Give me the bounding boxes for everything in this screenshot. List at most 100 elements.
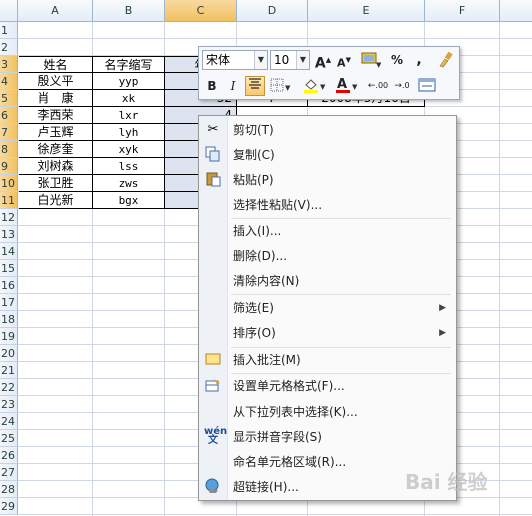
font-color-button[interactable]: A ▼ — [334, 76, 360, 96]
fill-color-button[interactable]: ▼ — [302, 76, 328, 96]
name-cell[interactable]: 张卫胜 — [19, 175, 93, 192]
row-header[interactable]: 18 — [0, 311, 18, 328]
name-cell[interactable]: 徐彦奎 — [19, 141, 93, 158]
brush-icon — [439, 51, 453, 68]
name-cell[interactable]: 刘树森 — [19, 158, 93, 175]
accounting-format-button[interactable]: ▼ — [357, 50, 383, 70]
row-header[interactable]: 26 — [0, 447, 18, 464]
select-all-corner[interactable] — [0, 0, 18, 22]
column-header-g[interactable] — [500, 0, 532, 22]
row-header[interactable]: 15 — [0, 260, 18, 277]
table-header-cell[interactable]: 名字缩写 — [93, 56, 165, 73]
row-header[interactable]: 17 — [0, 294, 18, 311]
merge-cells-icon — [418, 78, 436, 92]
menu-item-insert[interactable]: 插入(I)... — [227, 220, 456, 242]
menu-item-paste[interactable]: 粘贴(P) — [227, 169, 456, 191]
menu-item-filter[interactable]: 筛选(E) ▶ — [227, 297, 456, 319]
font-size-combo[interactable]: 10 ▼ — [270, 50, 310, 70]
row-header[interactable]: 20 — [0, 345, 18, 362]
chevron-down-icon[interactable]: ▼ — [296, 51, 309, 69]
menu-item-insert-comment[interactable]: 插入批注(M) — [227, 349, 456, 371]
row-header[interactable]: 21 — [0, 362, 18, 379]
menu-item-phonetic[interactable]: 显示拼音字段(S) — [227, 426, 456, 448]
svg-text:▼: ▼ — [320, 83, 326, 91]
abbreviation-cell[interactable]: xk — [93, 90, 165, 107]
decrease-decimal-button[interactable]: →.0 — [391, 76, 413, 96]
abbreviation-cell[interactable]: lxr — [93, 107, 165, 124]
comment-icon — [204, 351, 222, 369]
row-header[interactable]: 2 — [0, 39, 18, 56]
abbreviation-cell[interactable]: yyp — [93, 73, 165, 90]
svg-text:A: A — [337, 77, 347, 92]
menu-item-cut[interactable]: 剪切(T) — [227, 119, 456, 141]
row-header[interactable]: 4 — [0, 73, 18, 90]
abbreviation-cell[interactable]: xyk — [93, 141, 165, 158]
row-header[interactable]: 22 — [0, 379, 18, 396]
row-header[interactable]: 6 — [0, 107, 18, 124]
borders-button[interactable]: ▼ — [269, 76, 293, 96]
watermark: Bai 经验 — [405, 470, 488, 494]
column-header-c[interactable]: C — [165, 0, 237, 22]
menu-item-format-cells[interactable]: 设置单元格格式(F)... — [227, 375, 456, 397]
table-header-cell[interactable]: 姓名 — [19, 56, 93, 73]
row-header[interactable]: 5 — [0, 90, 18, 107]
name-cell[interactable]: 肖 康 — [19, 90, 93, 107]
paste-icon — [204, 171, 222, 189]
menu-item-copy[interactable]: 复制(C) — [227, 144, 456, 166]
row-header[interactable]: 14 — [0, 243, 18, 260]
row-header[interactable]: 13 — [0, 226, 18, 243]
row-header[interactable]: 27 — [0, 464, 18, 481]
row-header[interactable]: 12 — [0, 209, 18, 226]
abbreviation-cell[interactable]: lss — [93, 158, 165, 175]
row-header[interactable]: 24 — [0, 413, 18, 430]
submenu-arrow-icon: ▶ — [439, 328, 446, 338]
comma-style-button[interactable]: , — [409, 50, 429, 70]
menu-item-clear-contents[interactable]: 清除内容(N) — [227, 270, 456, 292]
abbreviation-cell[interactable]: bgx — [93, 192, 165, 209]
row-header[interactable]: 23 — [0, 396, 18, 413]
column-header-a[interactable]: A — [18, 0, 93, 22]
merge-center-button[interactable] — [417, 76, 437, 96]
menu-item-paste-special[interactable]: 选择性粘贴(V)... — [227, 194, 456, 216]
column-header-e[interactable]: E — [308, 0, 425, 22]
menu-item-sort[interactable]: 排序(O) ▶ — [227, 322, 456, 344]
row-header[interactable]: 16 — [0, 277, 18, 294]
menu-separator — [231, 373, 451, 374]
svg-text:▼: ▼ — [352, 83, 358, 91]
menu-item-pick-from-list[interactable]: 从下拉列表中选择(K)... — [227, 401, 456, 423]
row-header[interactable]: 28 — [0, 481, 18, 498]
menu-item-delete[interactable]: 删除(D)... — [227, 245, 456, 267]
center-align-button[interactable] — [245, 76, 265, 96]
row-header[interactable]: 3 — [0, 56, 18, 73]
column-header-b[interactable]: B — [93, 0, 165, 22]
row-header[interactable]: 8 — [0, 141, 18, 158]
italic-button[interactable]: I — [223, 76, 243, 96]
increase-decimal-button[interactable]: ←.00 — [367, 76, 389, 96]
row-header[interactable]: 19 — [0, 328, 18, 345]
grow-font-button[interactable]: A▲ — [313, 50, 333, 72]
svg-text:▼: ▼ — [285, 84, 291, 92]
menu-separator — [231, 347, 451, 348]
chevron-down-icon[interactable]: ▼ — [254, 51, 267, 69]
row-header[interactable]: 11 — [0, 192, 18, 209]
submenu-arrow-icon: ▶ — [439, 303, 446, 313]
percent-style-button[interactable]: % — [387, 50, 407, 70]
bold-button[interactable]: B — [202, 76, 222, 96]
abbreviation-cell[interactable]: lyh — [93, 124, 165, 141]
name-cell[interactable]: 李西荣 — [19, 107, 93, 124]
row-header[interactable]: 29 — [0, 498, 18, 515]
font-name-combo[interactable]: 宋体 ▼ — [202, 50, 268, 70]
format-painter-button[interactable] — [435, 50, 455, 70]
name-cell[interactable]: 殷义平 — [19, 73, 93, 90]
column-header-f[interactable]: F — [425, 0, 500, 22]
row-header[interactable]: 1 — [0, 22, 18, 39]
shrink-font-button[interactable]: A▼ — [334, 50, 354, 70]
column-header-d[interactable]: D — [237, 0, 308, 22]
row-header[interactable]: 9 — [0, 158, 18, 175]
row-header[interactable]: 7 — [0, 124, 18, 141]
row-header[interactable]: 10 — [0, 175, 18, 192]
name-cell[interactable]: 卢玉辉 — [19, 124, 93, 141]
name-cell[interactable]: 白光新 — [19, 192, 93, 209]
abbreviation-cell[interactable]: zws — [93, 175, 165, 192]
row-header[interactable]: 25 — [0, 430, 18, 447]
